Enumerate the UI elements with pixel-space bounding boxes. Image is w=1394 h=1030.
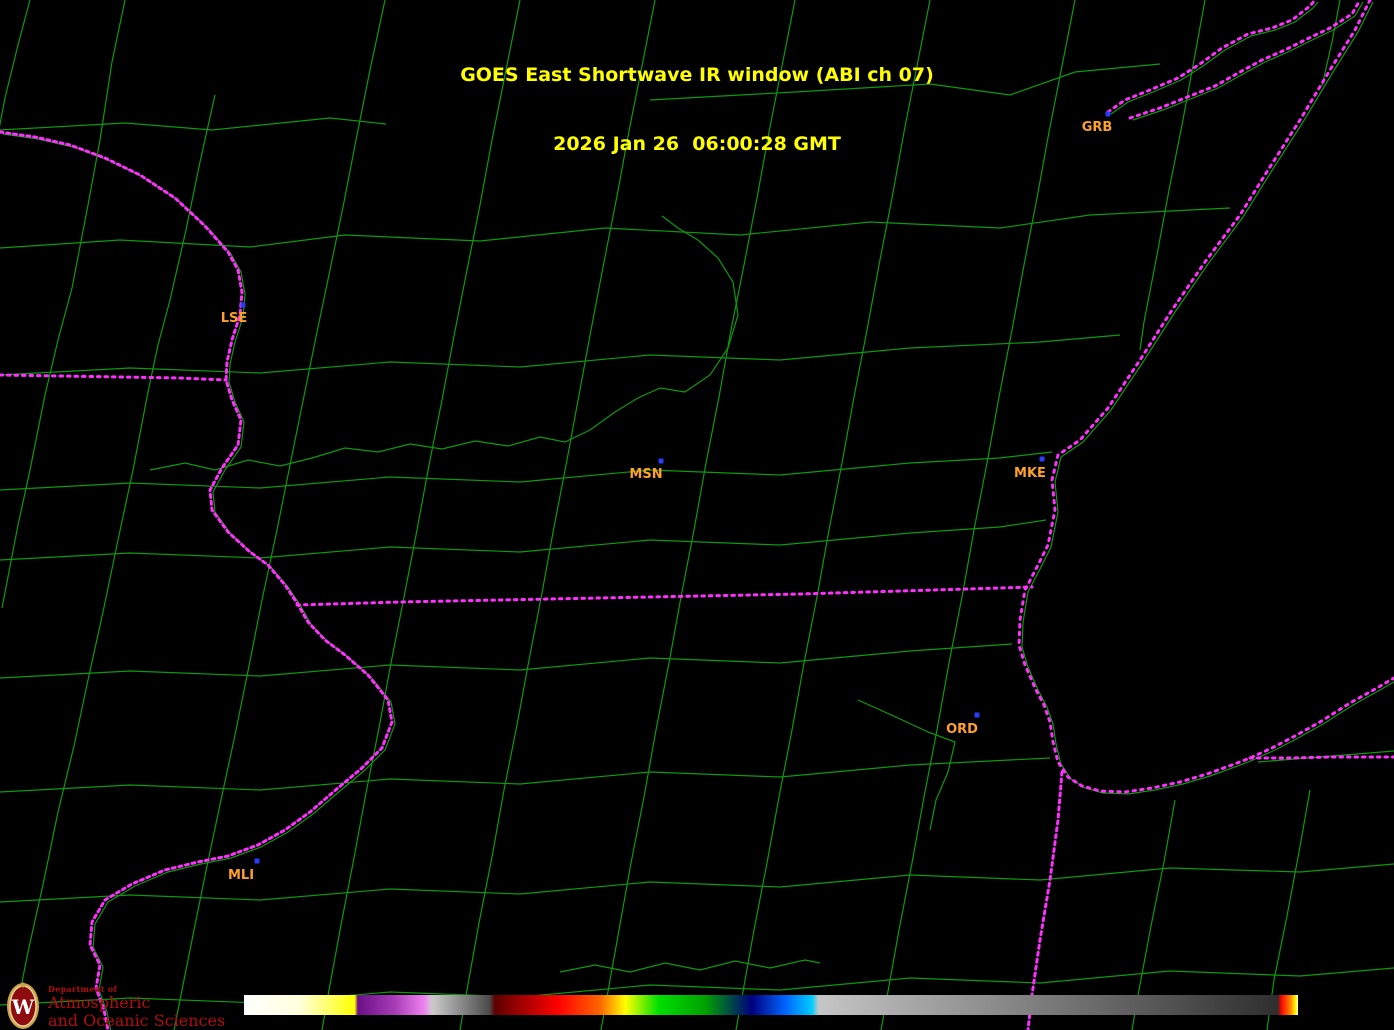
station-label: LSE: [221, 311, 248, 326]
uw-crest-icon: W: [7, 982, 39, 1029]
aos-logo-text: Department of Atmospheric and Oceanic Sc…: [48, 981, 225, 1029]
station-dot: [658, 458, 664, 464]
mississippi-river: [0, 130, 394, 1030]
logo-dept-line: Department of: [48, 984, 118, 994]
county-boundary-line: [13, 94, 216, 1023]
satellite-map-view: GRB LSE MSN MKE ORD MLI GOES East Shortwave I…: [0, 0, 1394, 1030]
aos-logo: W Department of Atmospheric and Oceanic …: [6, 981, 225, 1030]
station-label: MLI: [228, 868, 254, 883]
station-label: ORD: [946, 722, 978, 737]
mn-ia-border: [0, 373, 228, 382]
county-boundary-line: [149, 215, 739, 471]
station-dot: [974, 712, 980, 718]
station-ord: ORD: [946, 712, 980, 737]
county-boundary-line: [0, 207, 1231, 249]
station-label: MSN: [629, 467, 662, 482]
station-label: MKE: [1014, 466, 1046, 481]
station-dot: [254, 858, 260, 864]
title-line-1: GOES East Shortwave IR window (ABI ch 07…: [460, 64, 934, 86]
logo-name-line-2: and Oceanic Sciences: [48, 1011, 226, 1030]
station-dot: [1039, 456, 1045, 462]
county-boundary-line: [559, 959, 821, 973]
county-boundary-line: [0, 451, 1053, 491]
county-boundary-line: [0, 643, 1013, 679]
mississippi-river-county-line: [2, 133, 396, 1030]
station-dot: [240, 302, 246, 308]
il-in-border: [1026, 770, 1064, 1030]
station-mke: MKE: [1014, 456, 1046, 481]
logo-name-line-1: Atmospheric: [48, 993, 151, 1012]
station-mli: MLI: [228, 858, 260, 883]
county-boundary-line: [0, 863, 1394, 903]
station-msn: MSN: [629, 458, 664, 482]
image-title: GOES East Shortwave IR window (ABI ch 07…: [0, 18, 1394, 202]
county-boundary-line: [1266, 789, 1311, 1030]
station-lse: LSE: [221, 302, 248, 326]
temperature-colorbar: [244, 995, 1298, 1015]
wi-il-border: [295, 585, 1034, 607]
county-boundary-line: [0, 334, 1121, 376]
crest-w-letter: W: [11, 995, 35, 1019]
county-boundary-line: [0, 519, 1047, 561]
county-boundary-line: [0, 757, 1051, 793]
title-line-2: 2026 Jan 26 06:00:28 GMT: [553, 133, 841, 155]
